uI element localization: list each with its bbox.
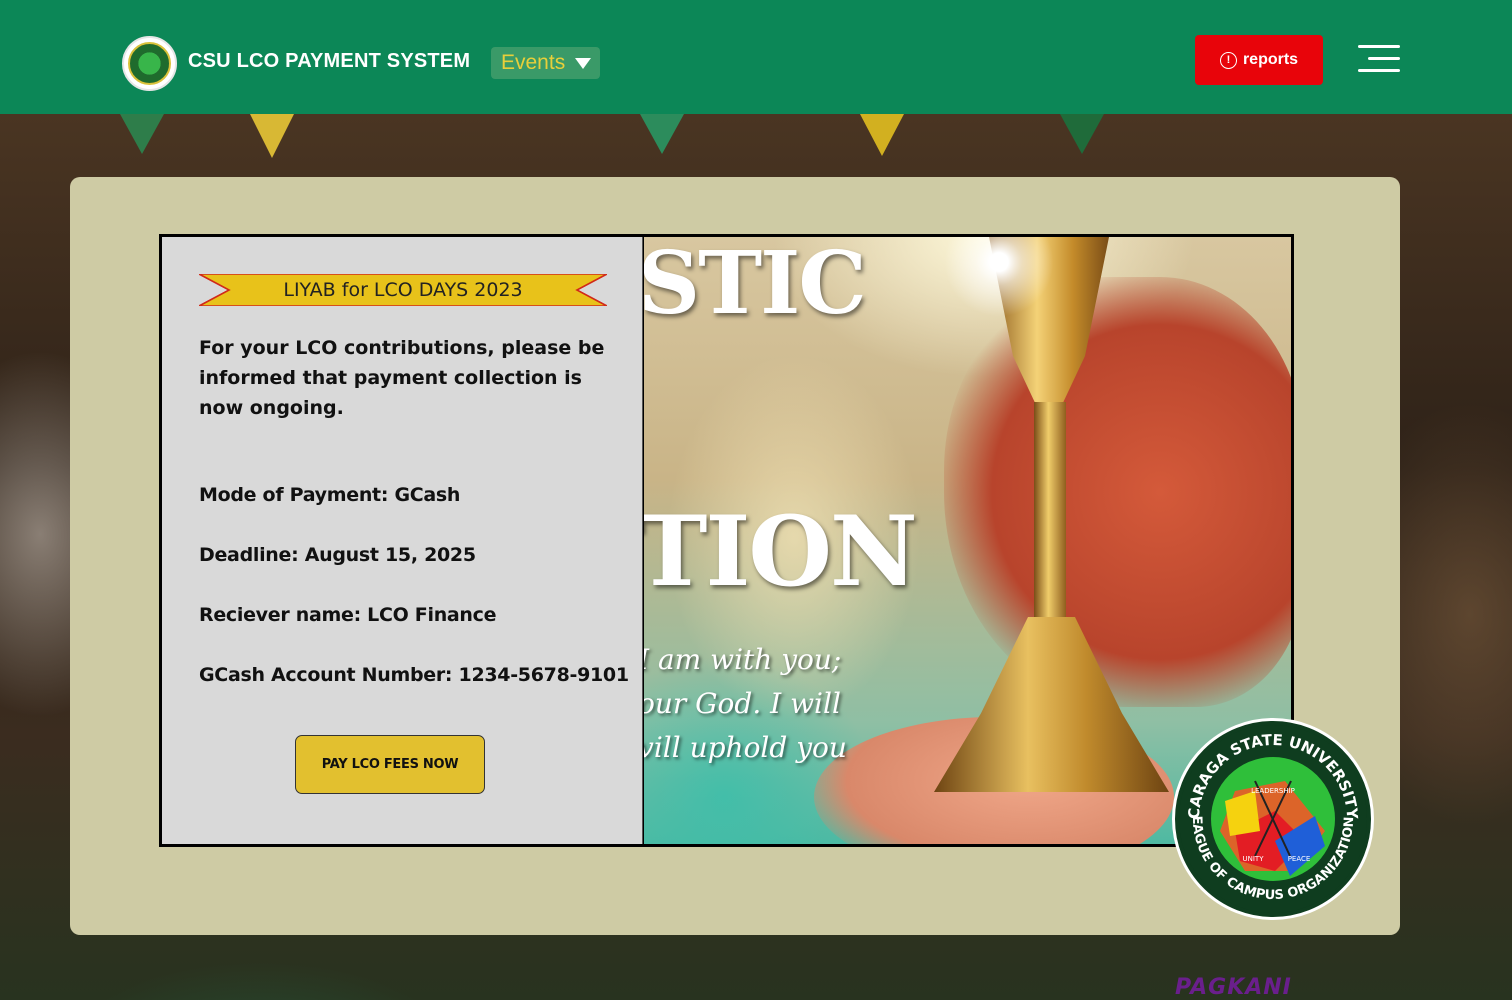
bunting-flag (120, 114, 164, 154)
csu-lco-logo[interactable] (122, 36, 177, 91)
reports-label: reports (1242, 51, 1299, 68)
receiver-name: Reciever name: LCO Finance (199, 604, 497, 626)
events-label: Events (501, 51, 566, 74)
reports-button[interactable]: ! reports (1195, 35, 1323, 85)
pay-lco-fees-button[interactable]: PAY LCO FEES NOW (295, 735, 485, 794)
bunting-flag (640, 114, 684, 154)
pagkani-logo-text: PAGKANI (1175, 975, 1292, 1000)
payment-announcement: For your LCO contributions, please be in… (199, 337, 605, 419)
poster-verse-line: our God. I will (644, 687, 841, 720)
event-banner: LIYAB for LCO DAYS 2023 For your LCO con… (159, 234, 1294, 847)
mode-of-payment: Mode of Payment: GCash (199, 484, 461, 506)
gcash-account-number: GCash Account Number: 1234-5678-9101 (199, 664, 629, 686)
chalice-stem (1034, 402, 1066, 632)
bunting-flag (1060, 114, 1104, 154)
event-title: LIYAB for LCO DAYS 2023 (283, 279, 523, 301)
hamburger-menu-icon[interactable] (1358, 45, 1400, 73)
brand-title[interactable]: CSU LCO PAYMENT SYSTEM (188, 50, 470, 73)
poster-verse-line: I am with you; (644, 643, 842, 676)
seal-value-label: LEADERSHIP (1251, 787, 1295, 795)
seal-value-label: UNITY (1243, 855, 1265, 863)
alert-circle-icon: ! (1219, 51, 1237, 69)
poster-verse-line: vill uphold you (644, 731, 847, 764)
events-dropdown[interactable]: Events (491, 47, 600, 79)
poster-hand (944, 277, 1291, 707)
seal-value-label: PEACE (1288, 855, 1311, 863)
payment-info-panel: LIYAB for LCO DAYS 2023 For your LCO con… (162, 237, 643, 844)
top-navbar: CSU LCO PAYMENT SYSTEM Events ! reports (0, 0, 1512, 114)
event-ribbon: LIYAB for LCO DAYS 2023 (199, 274, 607, 306)
lco-seal-logo: CARAGA STATE UNIVERSITY LEAGUE OF CAMPUS… (1172, 718, 1374, 920)
deadline: Deadline: August 15, 2025 (199, 544, 476, 566)
poster-word-top: STIC (644, 237, 867, 334)
seal-graphic: CARAGA STATE UNIVERSITY LEAGUE OF CAMPUS… (1175, 721, 1367, 913)
bunting-flag (250, 114, 294, 158)
poster-word-mid: TION (644, 495, 918, 608)
light-flare (944, 237, 1054, 317)
caret-down-icon (575, 57, 592, 69)
bunting-flag (860, 114, 904, 156)
